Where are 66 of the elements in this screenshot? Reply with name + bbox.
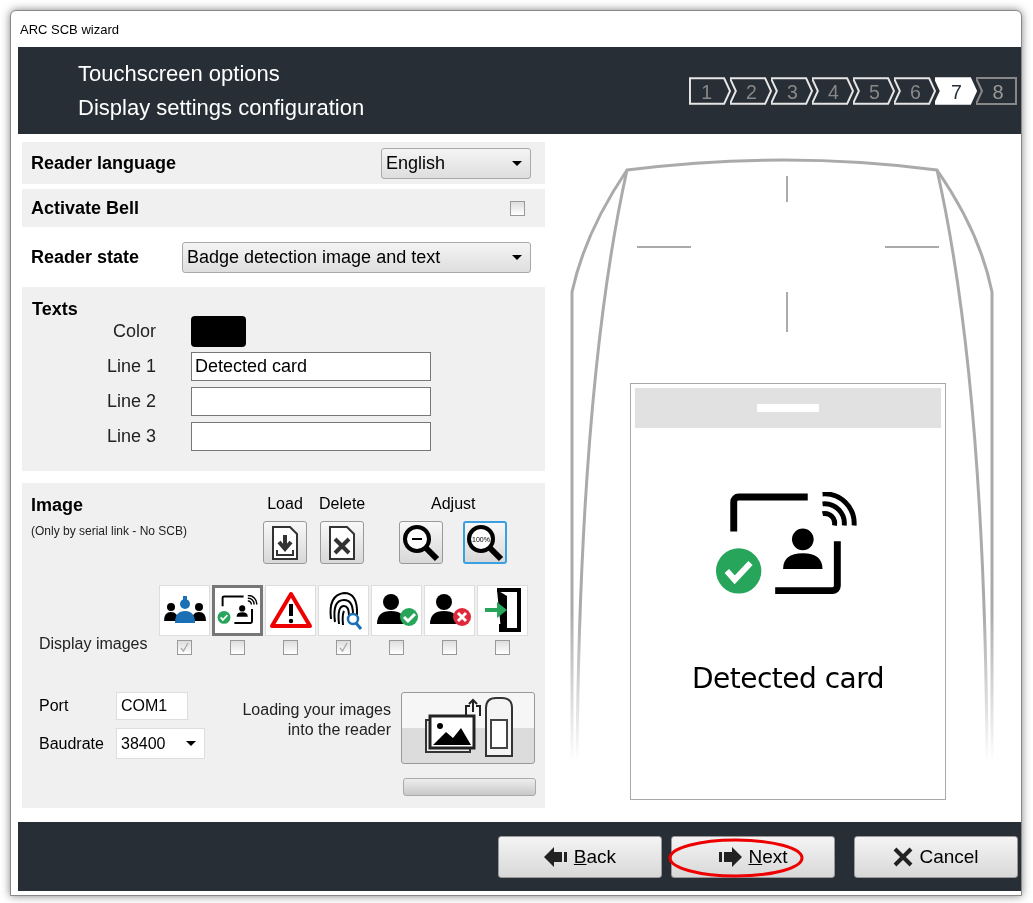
section-title: Texts <box>32 299 79 321</box>
text-input[interactable]: Detected card <box>191 352 431 382</box>
field-label: Activate Bell <box>31 197 140 219</box>
delete-button[interactable] <box>320 521 365 565</box>
checkbox[interactable] <box>389 639 404 655</box>
zoom-button[interactable] <box>399 521 444 565</box>
port-input[interactable]: COM1 <box>116 692 188 721</box>
field-label: Display images <box>39 634 148 652</box>
note-text: (Only by serial link - No SCB) <box>31 524 189 539</box>
language-dropdown[interactable]: English <box>381 147 531 179</box>
state-dropdown[interactable]: Badge detection image and text <box>182 241 531 273</box>
action-label: Load <box>267 495 303 514</box>
download-file-icon <box>270 524 300 561</box>
card-detected-icon <box>216 595 259 625</box>
back-button[interactable]: Back <box>498 835 662 878</box>
step-indicator: 4 <box>812 76 854 105</box>
zoom-out-icon <box>402 523 441 562</box>
checkbox[interactable] <box>495 639 510 655</box>
image-thumbnail[interactable] <box>212 584 263 636</box>
step-indicator: 8 <box>976 76 1017 105</box>
door-entry-icon <box>482 588 523 633</box>
step-indicator: 7 <box>935 76 977 105</box>
color-swatch[interactable] <box>191 316 246 348</box>
notch-mark <box>757 404 819 413</box>
field-label: Reader language <box>31 152 177 174</box>
upload-button[interactable] <box>401 692 535 765</box>
delete-file-icon <box>327 524 358 561</box>
section-title: Image <box>31 495 85 517</box>
page-subtitle: Display settings configuration <box>78 94 365 121</box>
action-label: Delete <box>319 495 366 514</box>
warning-icon <box>268 591 313 630</box>
field-label: Reader state <box>31 246 140 268</box>
field-label: Line 1 <box>105 356 156 378</box>
checkbox[interactable] <box>177 639 192 655</box>
step-indicator: 5 <box>853 76 895 105</box>
checkbox[interactable] <box>336 639 351 655</box>
load-button[interactable] <box>263 521 307 565</box>
checkbox[interactable] <box>442 639 457 655</box>
cancel-button[interactable]: Cancel <box>854 835 1018 878</box>
checkbox[interactable] <box>510 200 525 216</box>
step-indicator: 1 <box>689 76 731 105</box>
user-approved-icon <box>374 592 419 629</box>
checkbox[interactable] <box>283 639 298 655</box>
field-label: Baudrate <box>39 734 105 753</box>
window-title: ARC SCB wizard <box>20 21 119 37</box>
next-button[interactable]: Next <box>671 835 835 878</box>
checkbox[interactable] <box>230 639 245 655</box>
field-label: Line 2 <box>105 391 156 413</box>
field-label: Port <box>39 697 70 716</box>
field-label: Color <box>112 321 156 343</box>
step-indicator: 3 <box>771 76 813 105</box>
text-input[interactable] <box>191 422 431 452</box>
group-icon <box>162 595 207 626</box>
step-indicator: 2 <box>730 76 772 105</box>
screen-text: Detected card <box>691 662 885 696</box>
text-input[interactable] <box>191 387 431 417</box>
upload-hint: Loading your images into the reader <box>241 700 391 741</box>
baudrate-dropdown[interactable]: 38400 <box>116 728 205 760</box>
arrow-right-icon <box>718 846 743 867</box>
user-denied-icon <box>427 592 472 629</box>
page-title: Touchscreen options <box>78 60 281 87</box>
step-indicator: 6 <box>894 76 936 105</box>
arrow-left-icon <box>543 846 568 867</box>
close-icon <box>893 846 914 867</box>
field-label: Line 3 <box>105 426 156 448</box>
action-label: Adjust <box>431 495 476 514</box>
